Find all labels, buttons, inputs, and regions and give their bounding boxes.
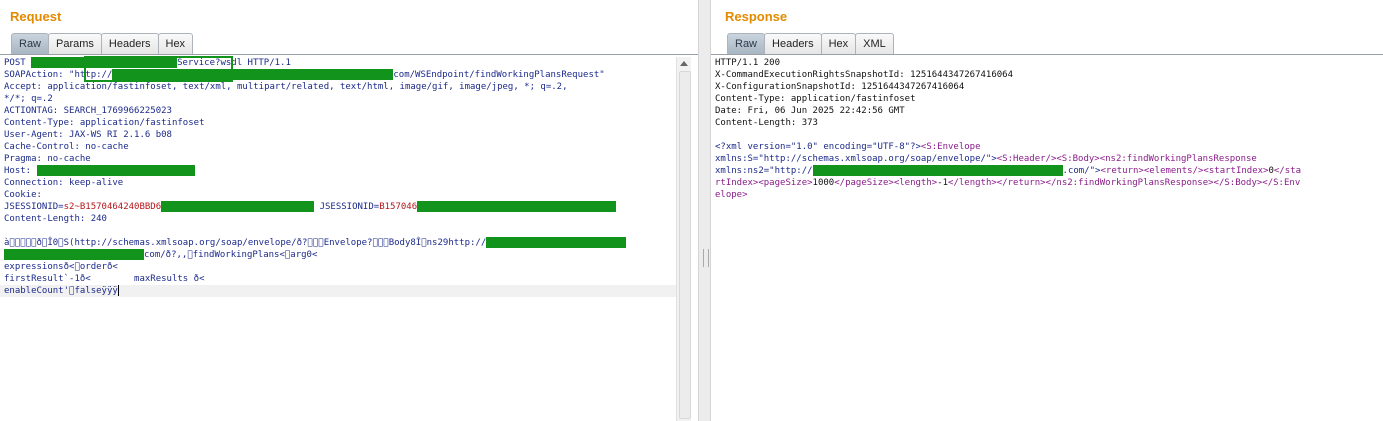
redaction-block <box>36 165 195 176</box>
request-line: */*; q=.2 <box>4 94 53 104</box>
response-line: xmlns:S="http://schemas.xmlsoap.org/soap… <box>715 154 1257 164</box>
request-tab-headers[interactable]: Headers <box>100 33 159 54</box>
response-tab-hex[interactable]: Hex <box>820 33 857 54</box>
response-line: elope> <box>715 190 748 200</box>
request-line: POST Service?wsdl HTTP/1.1 <box>4 57 291 68</box>
request-line-current: enableCount' falseÿÿÿ <box>0 285 676 297</box>
request-tab-params[interactable]: Params <box>48 33 102 54</box>
response-line: Content-Type: application/fastinfoset <box>715 94 916 104</box>
split-pane-divider[interactable] <box>698 0 711 421</box>
response-editor[interactable]: HTTP/1.1 200 X-CommandExecutionRightsSna… <box>711 57 1383 421</box>
response-tab-raw[interactable]: Raw <box>727 33 766 54</box>
request-tab-raw[interactable]: Raw <box>11 33 50 54</box>
response-line: X-CommandExecutionRightsSnapshotId: 1251… <box>715 70 1014 80</box>
request-line: Content-Length: 240 <box>4 214 107 224</box>
redaction-block <box>4 249 144 260</box>
response-title: Response <box>725 9 788 24</box>
response-tab-divider <box>711 54 1383 55</box>
scroll-up-arrow-icon[interactable] <box>680 61 688 66</box>
response-line: rtIndex><pageSize>1000</pageSize><length… <box>715 178 1301 188</box>
request-title: Request <box>10 9 62 24</box>
response-pane: Response Raw Headers Hex XML HTTP/1.1 20… <box>711 0 1383 421</box>
request-line: JSESSIONID=s2~B1570464240BBD6 JSESSIONID… <box>0 201 676 213</box>
request-line <box>0 225 676 237</box>
request-tab-divider <box>0 54 698 55</box>
request-line: Host: <box>0 165 676 177</box>
response-line: HTTP/1.1 200 <box>715 58 781 68</box>
request-line: Cookie: <box>4 190 42 200</box>
redaction-block <box>486 237 627 248</box>
response-line: X-ConfigurationSnapshotId: 1251644347267… <box>715 82 965 92</box>
response-line: <?xml version="1.0" encoding="UTF-8"?><S… <box>715 142 981 152</box>
request-line: Content-Type: application/fastinfoset <box>4 118 205 128</box>
request-line: à     ð Î0 S(http://schemas.xmlsoap.org/… <box>0 237 676 249</box>
redaction-block <box>161 201 315 212</box>
request-scrollbar-thumb[interactable] <box>679 71 691 419</box>
request-line: Connection: keep-alive <box>4 178 124 188</box>
divider-grip-icon[interactable] <box>703 249 709 267</box>
response-tab-headers[interactable]: Headers <box>764 33 822 54</box>
request-line: com/ð?,, findWorkingPlans< arg0< <box>0 249 676 261</box>
request-scrollbar[interactable] <box>676 57 691 421</box>
redaction-block <box>112 69 394 80</box>
response-line: Content-Length: 373 <box>715 118 818 128</box>
response-tab-xml[interactable]: XML <box>855 33 894 54</box>
response-tabs: Raw Headers Hex XML <box>727 33 894 55</box>
request-line: User-Agent: JAX-WS RI 2.1.6 b08 <box>4 130 172 140</box>
request-line: ACTIONTAG: SEARCH_1769966225023 <box>4 106 172 116</box>
text-caret <box>117 285 119 296</box>
redaction-block <box>812 165 1063 176</box>
request-line: Cache-Control: no-cache <box>4 142 129 152</box>
response-line: xmlns:ns2="http://.com/"><return><elemen… <box>715 165 1301 176</box>
request-line: Pragma: no-cache <box>4 154 91 164</box>
request-tabs: Raw Params Headers Hex <box>11 33 194 55</box>
request-line: expressionsð< orderð< <box>4 262 118 272</box>
request-line: Accept: application/fastinfoset, text/xm… <box>4 82 568 92</box>
request-line: firstResult`-1ð< maxResults ð< <box>4 274 205 284</box>
request-pane: Request Raw Params Headers Hex POST Serv… <box>0 0 698 421</box>
redaction-block <box>417 201 617 212</box>
request-line: SOAPAction: "http://com/WSEndpoint/findW… <box>4 69 605 80</box>
request-tab-hex[interactable]: Hex <box>157 33 194 54</box>
response-line: Date: Fri, 06 Jun 2025 22:42:56 GMT <box>715 106 905 116</box>
response-line <box>711 129 1383 141</box>
request-editor[interactable]: POST Service?wsdl HTTP/1.1 SOAPAction: "… <box>0 57 676 421</box>
redaction-block <box>31 57 178 68</box>
